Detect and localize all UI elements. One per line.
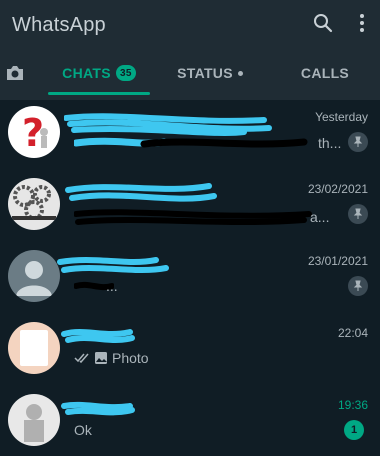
chat-item[interactable]: 23/02/2021 a... bbox=[0, 178, 380, 250]
chat-item[interactable]: 19:36 Ok 1 bbox=[0, 394, 380, 456]
chat-preview: a... bbox=[74, 206, 329, 228]
camera-icon[interactable] bbox=[0, 50, 30, 96]
search-icon[interactable] bbox=[312, 12, 334, 34]
chat-preview: Ok bbox=[74, 422, 92, 438]
redacted-name bbox=[57, 257, 169, 273]
chat-preview: Photo bbox=[74, 350, 149, 366]
more-vert-icon[interactable] bbox=[351, 12, 373, 34]
tab-calls-label: CALLS bbox=[300, 65, 350, 81]
chat-time: 22:04 bbox=[337, 326, 368, 340]
chat-time: 23/02/2021 bbox=[307, 182, 368, 196]
chats-count-badge: 35 bbox=[115, 65, 136, 81]
double-check-icon bbox=[74, 352, 90, 364]
pin-icon bbox=[348, 132, 368, 152]
chat-time: 19:36 bbox=[337, 398, 368, 412]
app-header: WhatsApp CHATS 35 STATUS CALLS bbox=[0, 0, 380, 100]
avatar: ? bbox=[8, 106, 60, 158]
unread-count-badge: 1 bbox=[344, 420, 364, 440]
avatar bbox=[8, 178, 60, 230]
chat-time: Yesterday bbox=[315, 110, 368, 124]
avatar bbox=[8, 322, 60, 374]
tab-status[interactable]: STATUS bbox=[160, 50, 260, 96]
redacted-name bbox=[61, 401, 135, 416]
avatar bbox=[8, 250, 60, 302]
chat-item[interactable]: 22:04 Photo bbox=[0, 322, 380, 394]
pin-icon bbox=[348, 276, 368, 296]
tab-calls[interactable]: CALLS bbox=[275, 50, 375, 96]
chat-preview: ... bbox=[74, 278, 118, 294]
chat-preview-text: ... bbox=[106, 278, 118, 294]
tab-chats[interactable]: CHATS 35 bbox=[48, 50, 150, 96]
redacted-name bbox=[61, 329, 135, 343]
redacted-preview bbox=[74, 209, 312, 225]
pin-icon bbox=[348, 204, 368, 224]
tab-status-label: STATUS bbox=[177, 65, 233, 81]
chat-preview-text: Ok bbox=[74, 422, 92, 438]
tab-chats-label: CHATS bbox=[62, 65, 111, 81]
chat-preview: th... bbox=[74, 134, 341, 152]
redacted-preview bbox=[74, 137, 308, 148]
tab-bar: CHATS 35 STATUS CALLS bbox=[0, 50, 380, 96]
tab-indicator bbox=[48, 92, 150, 95]
chat-preview-text: th... bbox=[318, 135, 342, 151]
chat-time: 23/01/2021 bbox=[307, 254, 368, 268]
avatar bbox=[8, 394, 60, 446]
chat-preview-text: a... bbox=[310, 209, 330, 225]
photo-icon bbox=[94, 351, 108, 365]
chat-item[interactable]: ? Yesterday th... bbox=[0, 106, 380, 178]
chat-preview-text: Photo bbox=[112, 350, 149, 366]
redacted-name bbox=[64, 113, 272, 136]
status-new-dot bbox=[237, 70, 243, 76]
app-title: WhatsApp bbox=[12, 14, 106, 36]
chat-item[interactable]: 23/01/2021 ... bbox=[0, 250, 380, 322]
redacted-name bbox=[65, 183, 217, 202]
